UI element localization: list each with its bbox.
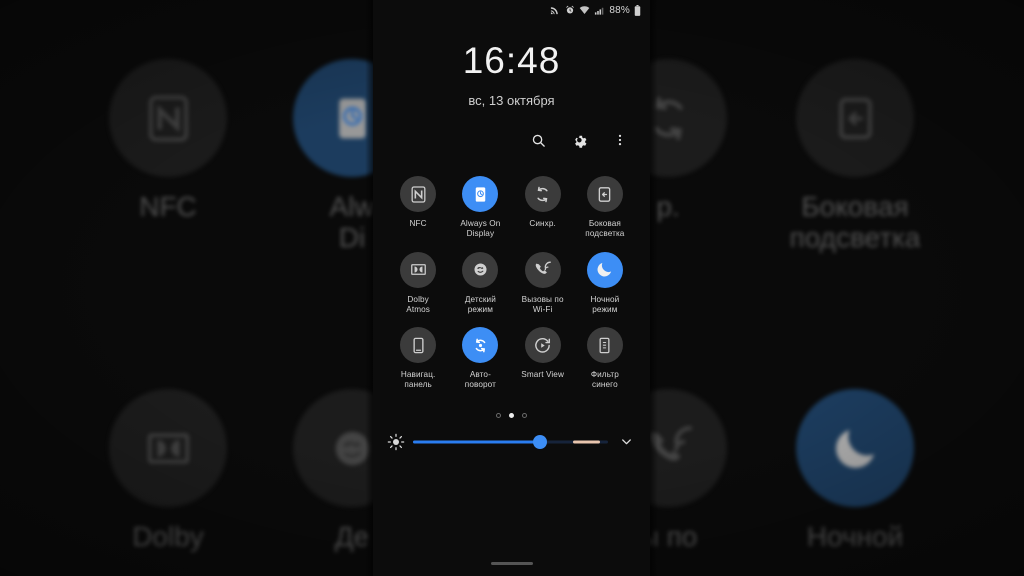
slider-auto-segment	[572, 440, 601, 443]
tile-label: Smart View	[521, 370, 564, 379]
quick-settings-panel: 88% 16:48 вс, 13 октября NFC Always On D…	[373, 0, 650, 576]
more-vertical-icon[interactable]	[608, 128, 632, 152]
edge-lighting-icon[interactable]	[586, 176, 623, 212]
cast-icon	[550, 5, 561, 16]
page-dot[interactable]	[496, 412, 501, 418]
quick-settings-actions	[373, 108, 650, 152]
tile-label: Детский режим	[464, 294, 496, 314]
tile-label: Навигац. панель	[400, 370, 436, 390]
signal-icon	[594, 5, 605, 16]
clock-block: 16:48 вс, 13 октября	[373, 20, 650, 108]
tile-label: NFC	[409, 219, 427, 228]
tile-dolby-atmos[interactable]: Dolby Atmos	[387, 251, 449, 316]
tile-navigation-bar[interactable]: Навигац. панель	[387, 327, 449, 391]
page-indicator	[373, 412, 650, 418]
battery-icon	[634, 4, 641, 16]
smart-view-icon[interactable]	[524, 327, 561, 363]
tile-label: Синхр.	[529, 219, 556, 228]
blue-light-filter-icon[interactable]	[586, 327, 623, 363]
wifi-icon	[579, 5, 590, 16]
navigation-bar-icon[interactable]	[400, 327, 437, 363]
tile-label: Авто- поворот	[464, 370, 496, 390]
tile-auto-rotate[interactable]: Авто- поворот	[449, 327, 511, 391]
clock-date: вс, 13 октября	[468, 93, 555, 108]
gear-icon[interactable]	[567, 128, 591, 152]
screen: NFCAlw Diр.Боковая подсветкаDolbyДеы поН…	[0, 0, 1024, 576]
wifi-calling-icon[interactable]	[524, 251, 561, 288]
chevron-down-icon[interactable]	[616, 432, 636, 452]
brightness-row	[373, 432, 650, 452]
quick-settings-tiles: NFC Always On Display Синхр. Боковая подсве…	[373, 176, 650, 391]
kids-mode-icon[interactable]	[462, 251, 499, 288]
tile-always-on-display[interactable]: Always On Display	[449, 176, 511, 240]
search-icon[interactable]	[526, 128, 550, 152]
page-dot[interactable]	[522, 412, 527, 418]
page-dot[interactable]	[509, 412, 514, 418]
night-mode-icon[interactable]	[586, 251, 623, 288]
tile-blue-light-filter[interactable]: Фильтр синего	[574, 327, 636, 391]
tile-label: Боковая подсветка	[585, 219, 625, 239]
tile-kids-mode[interactable]: Детский режим	[449, 251, 511, 316]
slider-fill	[413, 440, 540, 443]
gesture-handle[interactable]	[490, 562, 533, 565]
nfc-icon[interactable]	[400, 176, 437, 212]
brightness-sun-icon	[387, 433, 405, 451]
alarm-icon	[565, 5, 575, 15]
tile-label: Always On Display	[460, 219, 501, 239]
tile-smart-view[interactable]: Smart View	[512, 327, 574, 391]
clock-time: 16:48	[462, 40, 561, 81]
brightness-slider[interactable]	[413, 433, 608, 451]
sync-icon[interactable]	[524, 176, 561, 212]
tile-label: Вызовы по Wi-Fi	[521, 294, 564, 314]
always-on-display-icon[interactable]	[462, 176, 499, 212]
dolby-atmos-icon[interactable]	[400, 251, 437, 288]
tile-label: Ночной режим	[590, 294, 620, 314]
tile-sync[interactable]: Синхр.	[512, 176, 574, 240]
tile-nfc[interactable]: NFC	[387, 176, 449, 240]
slider-thumb[interactable]	[532, 434, 547, 449]
tile-wifi-calling[interactable]: Вызовы по Wi-Fi	[512, 251, 574, 316]
auto-rotate-icon[interactable]	[462, 327, 499, 363]
status-bar: 88%	[373, 0, 650, 20]
tile-label: Dolby Atmos	[406, 294, 430, 314]
battery-percent-label: 88%	[609, 4, 630, 16]
tile-label: Фильтр синего	[590, 370, 619, 390]
tile-edge-lighting[interactable]: Боковая подсветка	[574, 176, 636, 240]
tile-night-mode[interactable]: Ночной режим	[574, 251, 636, 316]
